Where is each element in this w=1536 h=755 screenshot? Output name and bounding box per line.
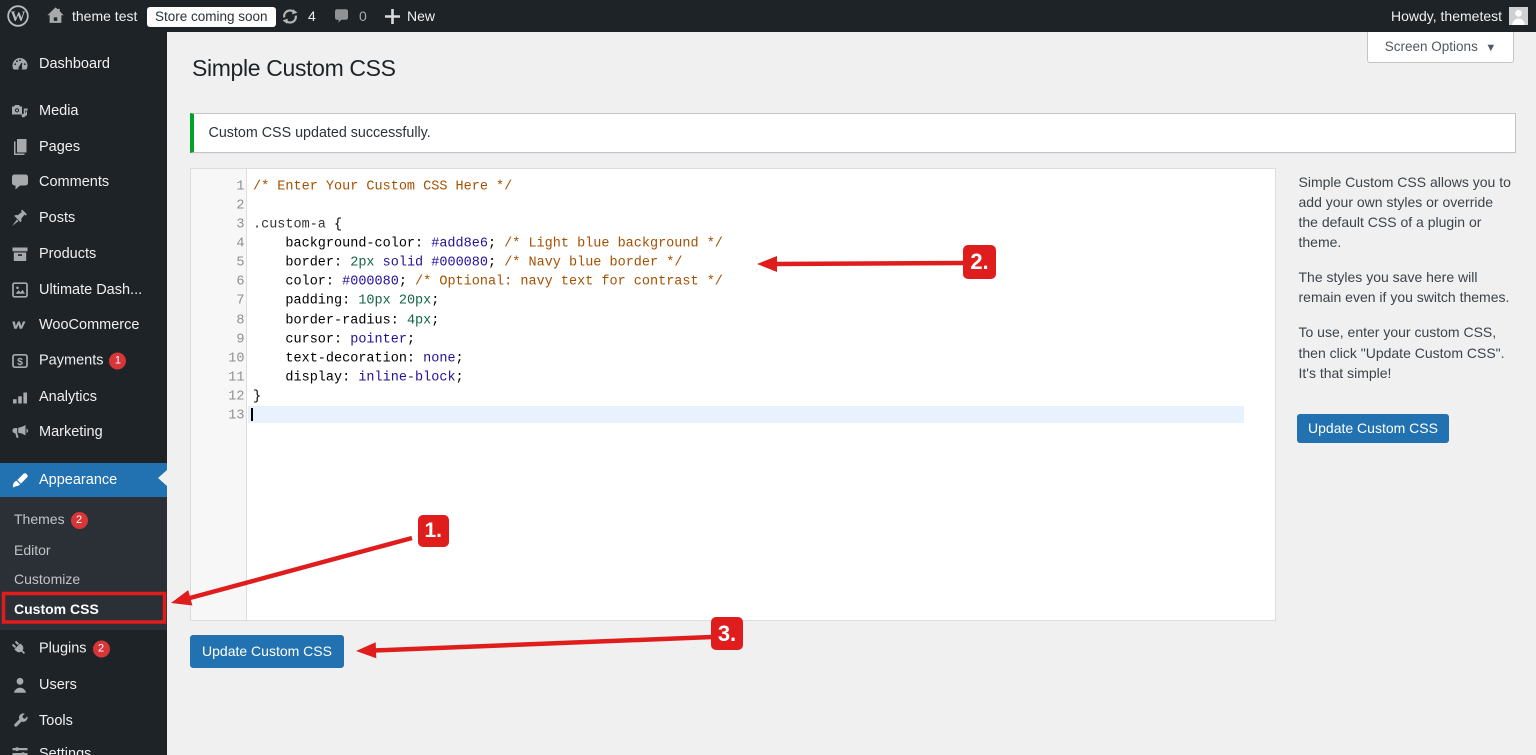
svg-text:W: W: [11, 9, 26, 25]
svg-text:$: $: [17, 356, 23, 368]
